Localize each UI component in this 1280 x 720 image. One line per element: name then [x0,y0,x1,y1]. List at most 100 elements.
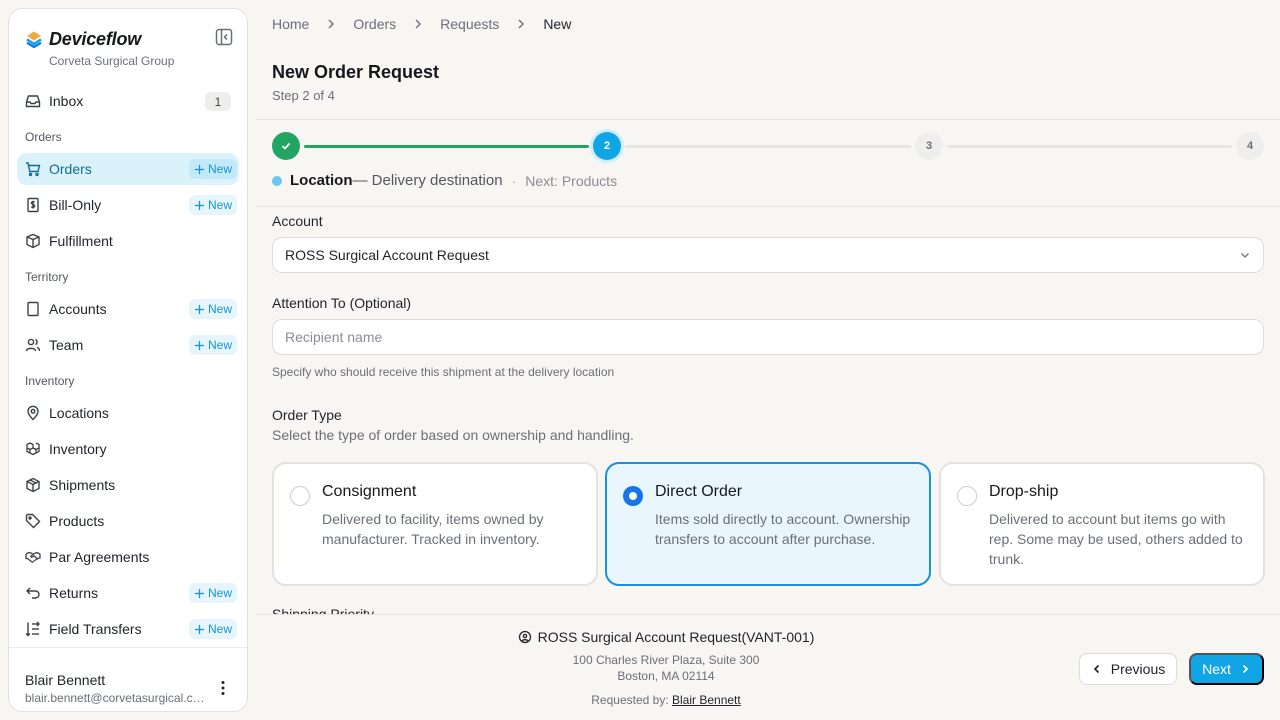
sidebar-item-label: Products [49,513,105,529]
requested-by-link[interactable]: Blair Bennett [672,693,741,707]
new-label: New [207,302,232,316]
order-type-direct-order[interactable]: Direct Order Items sold directly to acco… [605,462,931,586]
step-1-complete[interactable] [272,132,300,160]
form-footer: ROSS Surgical Account Request(VANT-001) … [256,614,1280,720]
step-caption: Location — Delivery destination · Next: … [272,172,617,189]
return-arrow-icon [26,587,40,599]
account-select[interactable]: ROSS Surgical Account Request [272,237,1264,273]
new-label: New [207,338,232,352]
sidebar-item-label: Par Agreements [49,549,150,565]
sidebar-item-accounts[interactable]: Accounts New [17,293,239,325]
plus-icon [194,164,205,174]
check-icon [281,142,291,150]
inbox-count-badge: 1 [205,92,231,111]
sidebar-item-orders[interactable]: Orders New [17,153,239,185]
package-check-icon [26,233,40,249]
boxes-icon [26,442,40,456]
sidebar-item-locations[interactable]: Locations [17,397,239,429]
sidebar-item-label: Inventory [49,441,107,457]
new-label: New [207,586,232,600]
step-caption-description: — Delivery destination [352,172,503,189]
new-label: New [207,622,232,636]
next-button[interactable]: Next [1189,653,1264,685]
card-title: Direct Order [655,483,743,500]
new-field-transfer-button[interactable]: New [188,619,237,639]
users-icon [25,338,41,352]
plus-icon [194,340,205,350]
card-title: Drop-ship [989,483,1059,500]
sidebar-item-par-agreements[interactable]: Par Agreements [17,541,239,573]
brand[interactable]: Deviceflow [25,27,141,51]
section-label-orders: Orders [25,130,62,144]
plus-icon [194,624,205,634]
new-account-button[interactable]: New [188,299,237,319]
sidebar-item-label: Fulfillment [49,233,113,249]
footer-address-line2: Boston, MA 02114 [617,669,715,683]
chevron-right-icon [415,19,422,29]
chevron-left-icon [1093,664,1099,674]
card-title: Consignment [322,483,417,500]
breadcrumb-requests[interactable]: Requests [440,16,499,32]
sidebar-item-shipments[interactable]: Shipments [17,469,239,501]
step-connector-2 [625,145,911,148]
map-pin-icon [27,405,39,421]
sidebar-item-bill-only[interactable]: Bill-Only New [17,189,239,221]
more-vertical-icon[interactable] [215,680,231,696]
sidebar-item-products[interactable]: Products [17,505,239,537]
chevron-right-icon [518,19,525,29]
user-email: blair.bennett@corvetasurgical.com [25,691,209,705]
section-label-territory: Territory [25,270,69,284]
sidebar-item-fulfillment[interactable]: Fulfillment [17,225,239,257]
sidebar-item-inbox[interactable]: Inbox 1 [17,85,239,117]
sidebar-item-field-transfers[interactable]: Field Transfers New [17,613,239,645]
new-bill-only-button[interactable]: New [188,195,237,215]
collapse-sidebar-icon[interactable] [215,28,233,46]
sidebar-item-returns[interactable]: Returns New [17,577,239,609]
attention-helper: Specify who should receive this shipment… [272,365,615,379]
breadcrumb-home[interactable]: Home [272,16,309,32]
order-type-drop-ship[interactable]: Drop-ship Delivered to account but items… [939,462,1265,586]
card-description: Delivered to facility, items owned by ma… [322,511,544,547]
step-caption-title: Location [290,172,353,189]
order-type-label: Order Type [272,407,342,423]
sidebar-item-inventory[interactable]: Inventory [17,433,239,465]
step-caption-next: Next: Products [525,172,618,189]
step-2-current[interactable]: 2 [593,132,621,160]
plus-icon [194,304,205,314]
attention-label: Attention To (Optional) [272,295,412,311]
new-label: New [207,198,232,212]
breadcrumb-orders[interactable]: Orders [353,16,396,32]
account-label: Account [272,213,323,229]
radio-direct-order[interactable] [623,486,643,506]
previous-button[interactable]: Previous [1079,653,1177,685]
new-order-button[interactable]: New [188,159,237,179]
footer-account: ROSS Surgical Account Request(VANT-001) [256,629,1076,645]
breadcrumb: Home Orders Requests New [272,14,571,34]
page-subtitle: Step 2 of 4 [272,88,335,103]
radio-drop-ship[interactable] [957,486,977,506]
new-label: New [207,162,232,176]
new-return-button[interactable]: New [188,583,237,603]
card-description: Delivered to account but items go with r… [989,511,1243,567]
step-3[interactable]: 3 [915,132,943,160]
step-4[interactable]: 4 [1236,132,1264,160]
sidebar-item-team[interactable]: Team New [17,329,239,361]
new-team-button[interactable]: New [188,335,237,355]
chevron-right-icon [1242,664,1249,674]
radio-consignment[interactable] [290,486,310,506]
transfer-arrows-icon [25,621,40,637]
user-name: Blair Bennett [25,672,106,688]
cart-icon [26,162,41,177]
order-type-helper: Select the type of order based on owners… [272,427,634,443]
chevron-right-icon [328,19,335,29]
org-name: Corveta Surgical Group [49,54,175,68]
inbox-icon [25,95,41,108]
user-profile[interactable]: Blair Bennett blair.bennett@corvetasurgi… [9,647,247,711]
attention-input[interactable] [272,319,1264,355]
chevron-down-icon [1241,253,1249,258]
location-pin-icon [518,630,531,644]
account-select-value: ROSS Surgical Account Request [285,247,489,263]
order-type-consignment[interactable]: Consignment Delivered to facility, items… [272,462,598,586]
section-label-inventory: Inventory [25,374,75,388]
receipt-dollar-icon [27,197,39,213]
